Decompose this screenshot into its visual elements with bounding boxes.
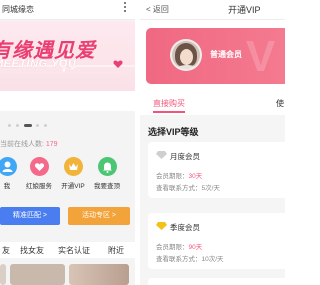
plan-name: 季度会员	[170, 223, 200, 232]
plan-name: 月度会员	[170, 152, 200, 161]
home-screen: 同城缘恋 有缘遇见爱 MEETING YOU 当前在线人数: 179 我 红娘服…	[0, 0, 135, 285]
carousel-indicator	[0, 124, 135, 128]
more-menu-icon[interactable]	[123, 1, 127, 15]
quick-action-top[interactable]: 我要查顶	[92, 157, 122, 190]
vip-watermark: V	[246, 32, 276, 81]
member-level: 普通会员	[210, 50, 242, 59]
page-title: 开通VIP	[228, 5, 261, 15]
member-header: V 普通会员 直接购买 使	[140, 20, 285, 115]
avatar[interactable]	[170, 39, 202, 71]
profile-photo[interactable]	[0, 264, 6, 285]
top-bar: 同城缘恋	[0, 0, 135, 20]
section-title: 选择VIP等级	[148, 127, 199, 137]
plan-period: 会员期限：30天	[156, 173, 203, 180]
online-count: 当前在线人数: 179	[0, 141, 58, 148]
events-button[interactable]: 活动专区 >	[68, 207, 130, 225]
category-tabs: 友 找女友 实名认证 附近	[0, 242, 135, 258]
tab-find-girlfriend[interactable]: 找女友	[20, 245, 44, 256]
online-label: 当前在线人数	[0, 141, 42, 148]
vip-icon	[63, 157, 83, 176]
precise-match-button[interactable]: 精准匹配 >	[0, 207, 60, 225]
promo-banner[interactable]: 有缘遇见爱 MEETING YOU	[0, 21, 135, 111]
vip-screen: < 返回 开通VIP V 普通会员 直接购买 使 选择VIP等级 月度会员 会员…	[140, 0, 285, 285]
plan-quarterly[interactable]: 季度会员 会员期限：90天 查看联系方式：10次/天	[148, 213, 285, 269]
top-bar: < 返回 开通VIP	[140, 0, 285, 20]
plan-next[interactable]	[148, 278, 285, 285]
tab-friends[interactable]: 友	[2, 245, 10, 256]
banner-footer	[0, 91, 135, 111]
profile-photo[interactable]	[10, 264, 65, 285]
plan-contact-limit: 查看联系方式：10次/天	[156, 256, 224, 263]
profile-photo[interactable]	[69, 264, 129, 285]
quick-action-matchmaker[interactable]: 红娘服务	[24, 157, 54, 190]
tab-verified[interactable]: 实名认证	[58, 245, 90, 256]
gray-diamond-icon	[156, 151, 167, 159]
tab-use[interactable]: 使	[276, 98, 284, 109]
purchase-tabs: 直接购买 使	[140, 95, 285, 113]
app-title: 同城缘恋	[2, 5, 34, 14]
plan-contact-limit: 查看联系方式：5次/天	[156, 185, 220, 192]
tab-direct-purchase[interactable]: 直接购买	[153, 98, 185, 109]
user-icon	[0, 157, 17, 176]
bell-icon	[97, 157, 117, 176]
quick-actions: 我 红娘服务 开通VIP 我要查顶	[0, 157, 135, 201]
gold-diamond-icon	[156, 222, 167, 230]
heart-chat-icon	[29, 157, 49, 176]
back-button[interactable]: < 返回	[146, 4, 169, 15]
quick-action-vip[interactable]: 开通VIP	[58, 157, 88, 190]
active-tab-underline	[153, 111, 185, 113]
tab-nearby[interactable]: 附近	[108, 245, 124, 256]
banner-subline: MEETING YOU	[0, 58, 77, 70]
profile-photo-strip	[0, 264, 135, 285]
online-number: 179	[45, 141, 58, 148]
member-card: V 普通会员	[146, 28, 285, 84]
plan-period: 会员期限：90天	[156, 244, 203, 251]
plan-monthly[interactable]: 月度会员 会员期限：30天 查看联系方式：5次/天	[148, 142, 285, 198]
quick-action-me[interactable]: 我	[0, 157, 22, 190]
